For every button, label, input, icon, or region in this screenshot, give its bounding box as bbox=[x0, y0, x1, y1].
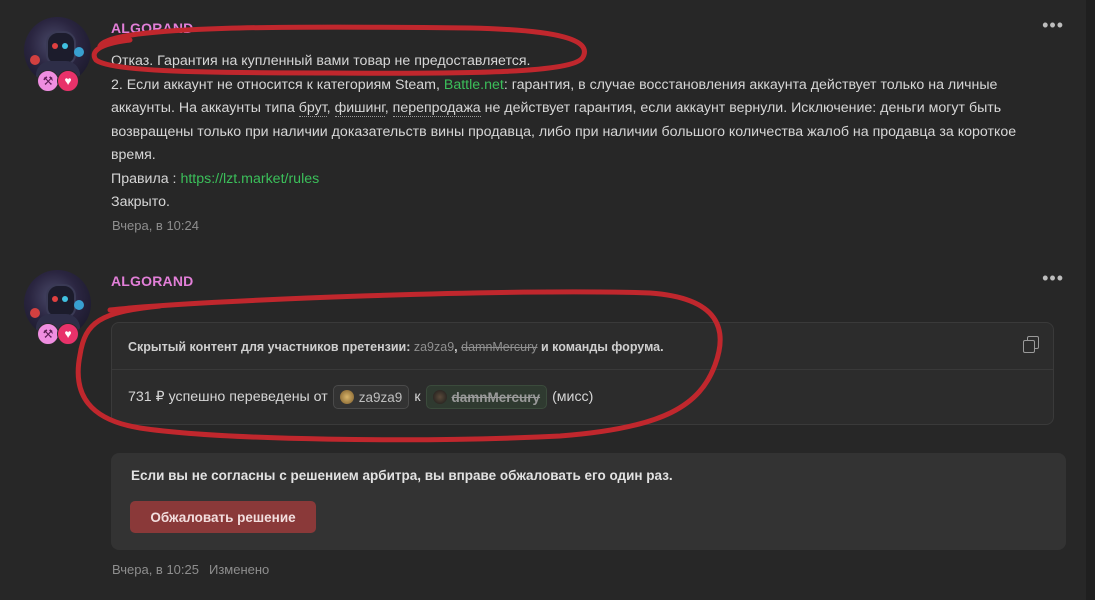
phishing-term[interactable]: фишинг bbox=[334, 100, 385, 117]
post-timestamp[interactable]: Вчера, в 10:24 bbox=[112, 218, 199, 233]
hammer-icon: ⚒ bbox=[37, 70, 59, 92]
post: ⚒ ♥ ALGORAND ••• Отказ. Гарантия на купл… bbox=[0, 0, 1086, 245]
member-link[interactable]: damnMercury bbox=[461, 340, 537, 354]
transfer-text: 731 ₽ успешно переведены от bbox=[128, 389, 328, 405]
transfer-to-word: к bbox=[414, 389, 421, 405]
heart-icon: ♥ bbox=[57, 323, 79, 345]
avatar-container: ⚒ ♥ bbox=[24, 270, 92, 345]
member-link[interactable]: za9za9 bbox=[414, 340, 454, 354]
hammer-icon: ⚒ bbox=[37, 323, 59, 345]
timestamp-link[interactable]: Вчера, в 10:25 bbox=[112, 562, 199, 577]
hidden-content-box: Скрытый контент для участников претензии… bbox=[111, 322, 1054, 425]
transfer-line: 731 ₽ успешно переведены от za9za9 к dam… bbox=[128, 385, 593, 409]
user-chip-to[interactable]: damnMercury bbox=[425, 385, 548, 409]
scrollbar[interactable] bbox=[1086, 0, 1095, 600]
appeal-button[interactable]: Обжаловать решение bbox=[130, 501, 316, 533]
user-chip-from[interactable]: za9za9 bbox=[332, 385, 410, 409]
username[interactable]: ALGORAND bbox=[111, 273, 193, 289]
divider bbox=[112, 369, 1053, 370]
avatar[interactable] bbox=[24, 17, 91, 84]
hidden-content-header: Скрытый контент для участников претензии… bbox=[128, 340, 664, 354]
copy-icon[interactable] bbox=[1023, 336, 1039, 353]
more-icon[interactable]: ••• bbox=[1042, 16, 1064, 34]
rules-link[interactable]: https://lzt.market/rules bbox=[180, 171, 319, 187]
message-body: Отказ. Гарантия на купленный вами товар … bbox=[111, 50, 1061, 215]
rule-paragraph: 2. Если аккаунт не относится к категория… bbox=[111, 76, 1017, 164]
username[interactable]: ALGORAND bbox=[111, 20, 193, 36]
user-avatar-icon bbox=[432, 390, 447, 404]
post-timestamp: Вчера, в 10:25 Изменено bbox=[112, 562, 269, 577]
appeal-text: Если вы не согласны с решением арбитра, … bbox=[131, 468, 673, 483]
brut-term[interactable]: брут bbox=[298, 100, 327, 117]
edited-label: Изменено bbox=[208, 562, 270, 577]
resale-term[interactable]: перепродажа bbox=[392, 100, 481, 117]
post: ⚒ ♥ ALGORAND ••• Скрытый контент для уча… bbox=[0, 258, 1086, 600]
battle-net-link[interactable]: Battle.net bbox=[444, 77, 504, 93]
appeal-box: Если вы не согласны с решением арбитра, … bbox=[111, 453, 1066, 550]
avatar-container: ⚒ ♥ bbox=[24, 17, 92, 92]
user-avatar-icon bbox=[339, 390, 354, 404]
refusal-line: Отказ. Гарантия на купленный вами товар … bbox=[111, 53, 531, 69]
closed-status: Закрыто. bbox=[111, 194, 170, 210]
more-icon[interactable]: ••• bbox=[1042, 269, 1064, 287]
heart-icon: ♥ bbox=[57, 70, 79, 92]
transfer-note: (мисс) bbox=[552, 389, 594, 405]
rules-line: Правила : https://lzt.market/rules bbox=[111, 170, 320, 187]
avatar[interactable] bbox=[24, 270, 91, 337]
